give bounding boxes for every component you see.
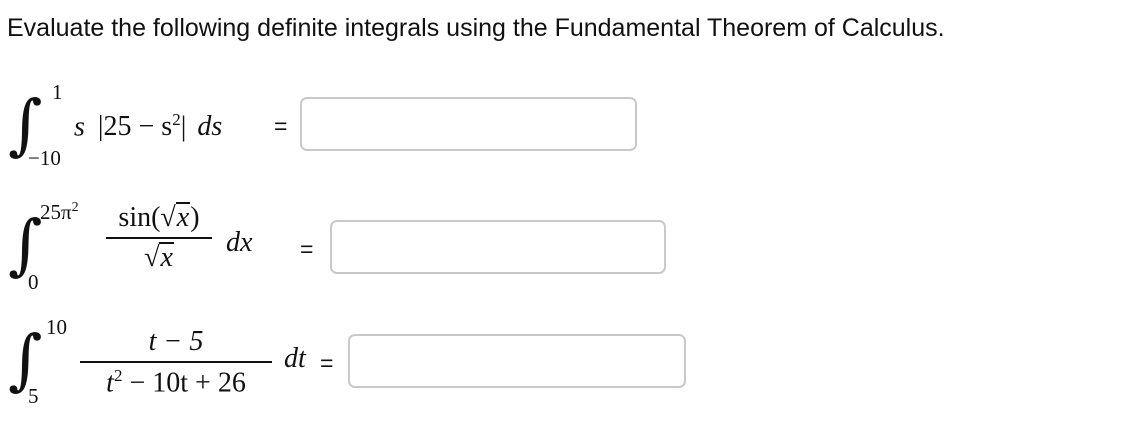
fraction-bar: [80, 361, 272, 363]
integrand-exponent: 2: [172, 110, 181, 129]
numerator-close: ): [190, 202, 200, 233]
answer-input-1[interactable]: [300, 97, 637, 151]
integrand-body: |25 − s: [97, 111, 173, 143]
integrand-abs-close: |: [180, 111, 187, 143]
equals-sign: =: [320, 350, 334, 376]
upper-bound-exponent: 2: [71, 200, 79, 215]
denominator-radicand: x: [159, 242, 174, 273]
integrand-variable: s: [74, 111, 85, 143]
upper-bound: 25π2: [40, 200, 79, 225]
numerator-function: sin(: [118, 202, 161, 233]
denominator-rest: − 10t + 26: [122, 367, 246, 399]
differential: dt: [284, 343, 306, 374]
lower-bound: 5: [28, 384, 39, 408]
differential: dx: [226, 227, 253, 258]
numerator: sin(√x): [106, 202, 212, 234]
integrand-fraction: sin(√x) √x: [106, 202, 212, 274]
numerator-radicand: x: [175, 202, 191, 233]
lower-bound: −10: [28, 146, 61, 170]
sqrt-symbol-icon: √x: [144, 242, 174, 273]
equals-sign: =: [300, 236, 314, 262]
upper-bound: 10: [46, 315, 67, 339]
integrand: s |25 − s2| ds: [74, 110, 222, 143]
denominator: √x: [106, 242, 212, 274]
numerator: t − 5: [148, 326, 204, 357]
equals-sign: =: [274, 113, 288, 139]
upper-bound-base: 25π: [40, 200, 72, 224]
sqrt-symbol-icon: √x: [160, 202, 191, 233]
fraction-bar: [106, 237, 212, 239]
integral-sign-icon: ∫: [8, 206, 43, 283]
differential: ds: [197, 111, 223, 143]
integrand-fraction: t − 5 t2 − 10t + 26: [80, 326, 272, 399]
denominator-variable: t: [106, 367, 114, 399]
lower-bound: 0: [28, 270, 39, 294]
answer-input-3[interactable]: [348, 334, 686, 388]
answer-input-2[interactable]: [330, 220, 666, 274]
instructions-text: Evaluate the following definite integral…: [7, 14, 945, 42]
denominator: t2 − 10t + 26: [80, 366, 272, 399]
upper-bound: 1: [52, 80, 63, 104]
